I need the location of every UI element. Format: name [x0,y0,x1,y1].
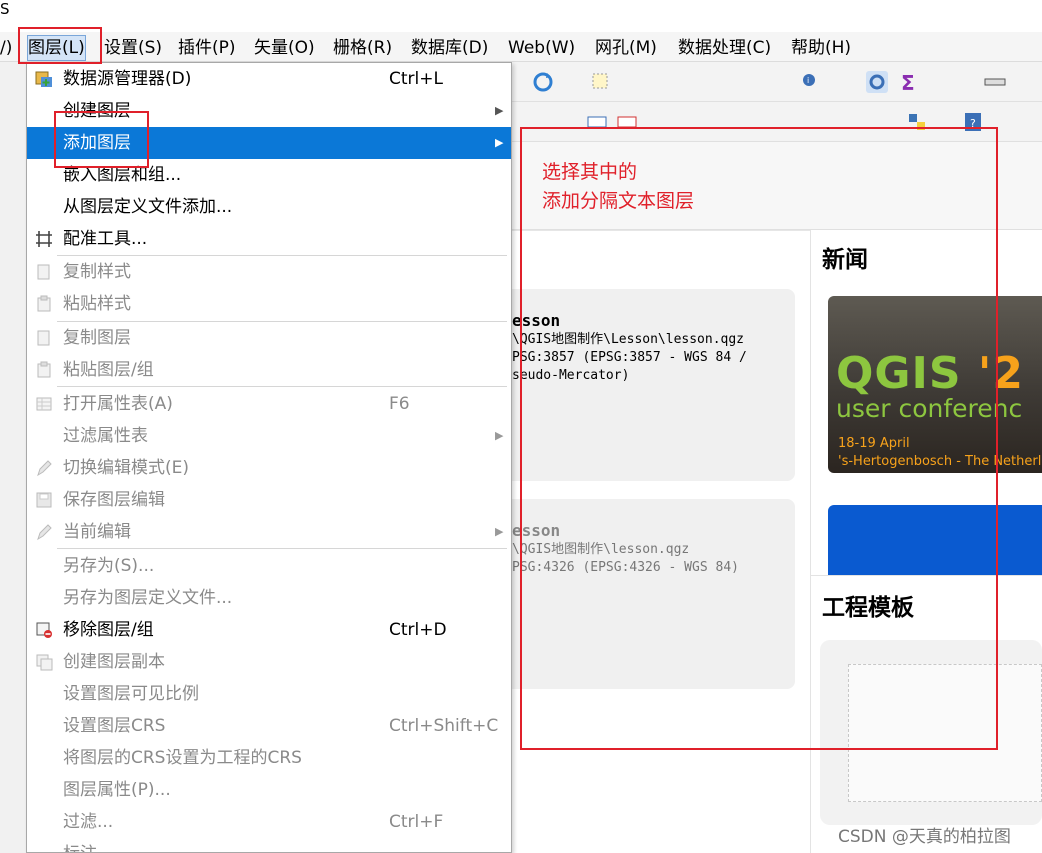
menu-item-paste-layer[interactable]: 粘贴图层/组 [27,354,511,386]
menu-processing[interactable]: 数据处理(C) [678,36,771,60]
menu-item-label: 标注 [63,838,97,852]
pencil-icon [37,460,52,477]
annotation-text-line2: 添加分隔文本图层 [542,190,695,212]
menu-web[interactable]: Web(W) [508,36,575,60]
datasource-manager-icon [35,71,52,87]
submenu-arrow-icon: ▶ [495,525,504,538]
menu-item-label: 配准工具... [63,229,148,249]
identify-icon[interactable]: i [800,71,822,93]
menu-item-label: 设置图层可见比例 [63,684,199,704]
menu-item-label: 保存图层编辑 [63,490,165,510]
annotation-box-submenu-area [520,127,998,750]
menu-item-shortcut: F6 [389,394,410,414]
menu-view-partial[interactable]: /) [0,36,12,60]
copy-layer-icon [37,330,50,346]
submenu-arrow-icon: ▶ [495,136,504,149]
menu-database[interactable]: 数据库(D) [411,36,488,60]
menu-item-open-attribute-table[interactable]: 打开属性表(A) F6 [27,388,511,420]
menu-separator [57,548,507,549]
menu-item-label: 从图层定义文件添加... [63,197,233,217]
measure-icon[interactable] [984,71,1006,93]
menu-item-label: 图层属性(P)... [63,780,171,800]
menu-item-add-from-definition[interactable]: 从图层定义文件添加... [27,191,511,223]
remove-layer-icon [36,622,52,638]
statistics-sigma-icon[interactable]: Σ [898,71,920,93]
menu-item-set-scale-visibility[interactable]: 设置图层可见比例 [27,678,511,710]
menu-item-save-layer-edits[interactable]: 保存图层编辑 [27,484,511,516]
menu-item-shortcut: Ctrl+Shift+C [389,716,499,736]
menu-help[interactable]: 帮助(H) [791,36,851,60]
annotation-text-line1: 选择其中的 [542,161,638,183]
menu-item-label: 打开属性表(A) [63,394,173,414]
menu-plugins[interactable]: 插件(P) [178,36,236,60]
menu-item-labeling[interactable]: 标注 [27,838,511,852]
menu-item-label: 另存为图层定义文件... [63,588,233,608]
menu-settings[interactable]: 设置(S) [104,36,162,60]
select-features-icon[interactable] [590,71,612,93]
menu-item-duplicate-layer[interactable]: 创建图层副本 [27,646,511,678]
menu-item-save-as[interactable]: 另存为(S)... [27,550,511,582]
menu-item-label: 当前编辑 [63,522,131,542]
layer-menu-dropdown: 数据源管理器(D) Ctrl+L 创建图层 ▶ 添加图层 ▶ 嵌入图层和组...… [26,62,512,853]
menu-item-shortcut: Ctrl+D [389,620,447,640]
submenu-arrow-icon: ▶ [495,429,504,442]
menu-item-set-layer-crs[interactable]: 设置图层CRS Ctrl+Shift+C [27,710,511,742]
menu-item-current-edits[interactable]: 当前编辑 ▶ [27,516,511,548]
menu-item-save-as-definition[interactable]: 另存为图层定义文件... [27,582,511,614]
annotation-box-layer-menu [18,27,102,64]
menu-item-label: 设置图层CRS [63,716,166,736]
current-edits-icon [37,524,52,541]
paste-layer-icon [37,361,51,378]
menu-item-set-project-crs-from-layer[interactable]: 将图层的CRS设置为工程的CRS [27,742,511,774]
copy-style-icon [37,264,50,280]
menu-item-label: 数据源管理器(D) [63,69,192,89]
menu-item-label: 复制图层 [63,328,131,348]
menu-separator [57,386,507,387]
paste-style-icon [37,295,51,312]
menu-item-toggle-editing[interactable]: 切换编辑模式(E) [27,452,511,484]
menu-item-datasource-manager[interactable]: 数据源管理器(D) Ctrl+L [27,63,511,95]
menu-item-label: 粘贴样式 [63,294,131,314]
attribute-table-icon [36,397,52,411]
menu-item-copy-style[interactable]: 复制样式 [27,256,511,288]
menu-item-georeferencer[interactable]: 配准工具... [27,223,511,255]
menu-item-label: 移除图层/组 [63,620,154,640]
menu-mesh[interactable]: 网孔(M) [595,36,657,60]
duplicate-layer-icon [36,654,53,671]
menu-vector[interactable]: 矢量(O) [254,36,315,60]
annotation-box-add-layer [54,111,149,168]
menubar: /) 图层(L) 设置(S) 插件(P) 矢量(O) 栅格(R) 数据库(D) … [0,32,1042,62]
menu-item-label: 切换编辑模式(E) [63,458,190,478]
menu-item-label: 过滤... [63,812,114,832]
watermark: CSDN @天真的柏拉图 [838,827,1011,847]
svg-text:i: i [807,76,809,85]
menu-item-filter-attribute-table[interactable]: 过滤属性表 ▶ [27,420,511,452]
submenu-arrow-icon: ▶ [495,104,504,117]
menu-item-filter[interactable]: 过滤... Ctrl+F [27,806,511,838]
menu-item-remove-layer[interactable]: 移除图层/组 Ctrl+D [27,614,511,646]
menu-item-label: 复制样式 [63,262,131,282]
left-dock-strip [0,62,28,853]
menu-item-shortcut: Ctrl+F [389,812,444,832]
menu-item-label: 过滤属性表 [63,426,148,446]
save-edits-icon [36,492,52,508]
svg-text:Σ: Σ [901,71,915,93]
menu-item-label: 将图层的CRS设置为工程的CRS [63,748,302,768]
menu-raster[interactable]: 栅格(R) [333,36,392,60]
menu-item-layer-properties[interactable]: 图层属性(P)... [27,774,511,806]
menu-item-shortcut: Ctrl+L [389,69,443,89]
menu-item-label: 粘贴图层/组 [63,360,154,380]
georeferencer-icon [36,231,52,247]
menu-item-label: 创建图层副本 [63,652,165,672]
menu-item-paste-style[interactable]: 粘贴样式 [27,288,511,320]
menu-item-label: 另存为(S)... [63,556,155,576]
settings-gear-icon[interactable] [866,71,888,93]
menu-item-copy-layer[interactable]: 复制图层 [27,322,511,354]
refresh-icon[interactable] [532,71,554,93]
